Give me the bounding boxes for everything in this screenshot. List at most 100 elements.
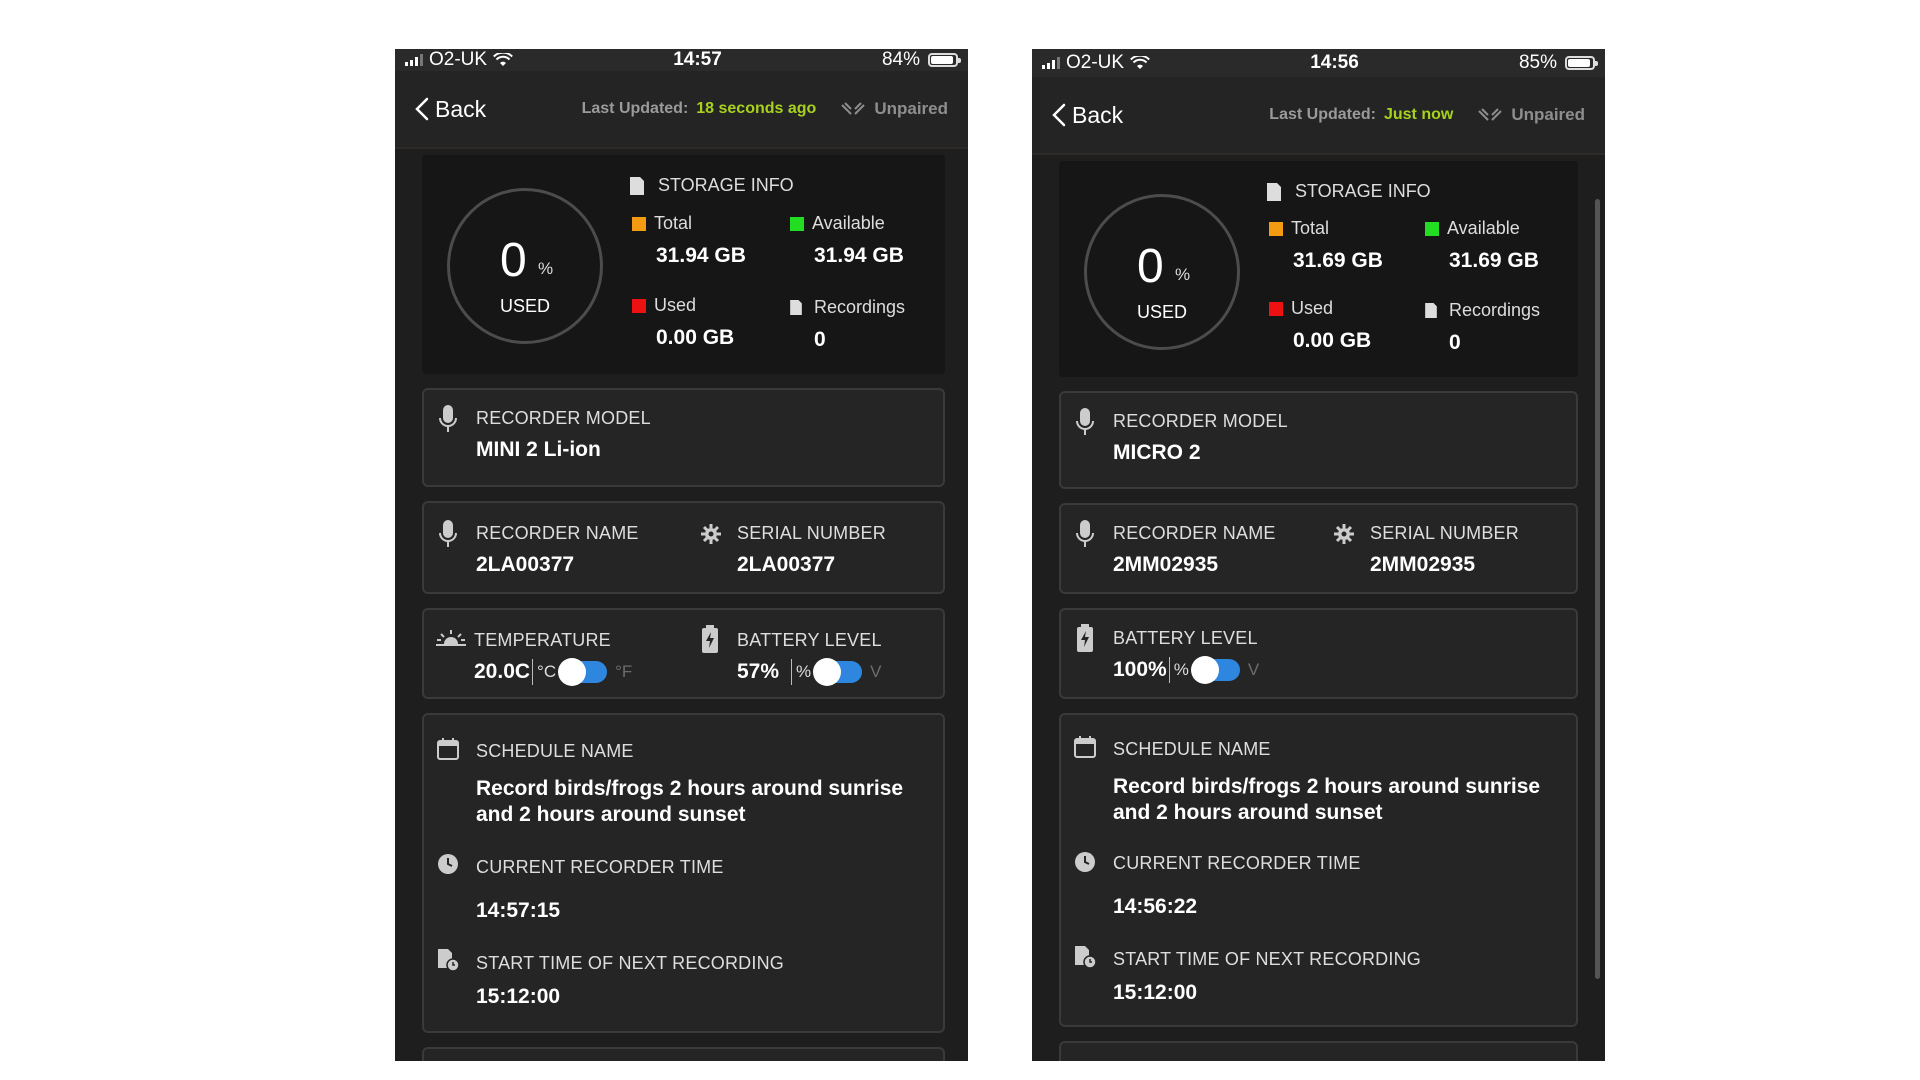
next-recording: START TIME OF NEXT RECORDING 15:12:00 xyxy=(1113,949,1421,1004)
used-value: 0.00 GB xyxy=(1293,329,1372,352)
used-swatch xyxy=(632,298,646,313)
unpaired-icon xyxy=(841,102,866,115)
carrier-name: O2-UK xyxy=(1066,52,1125,73)
recordings-value: 0 xyxy=(1449,331,1461,354)
stat-available: Available 31.69 GB xyxy=(1425,218,1539,273)
unit-percent: % xyxy=(1173,660,1189,679)
battery-percent: 85% xyxy=(1518,52,1557,73)
last-updated-label: Last Updated: xyxy=(581,100,689,117)
serial-number: SERIAL NUMBER 2MM02935 xyxy=(1370,523,1519,576)
back-chevron-icon xyxy=(415,97,429,121)
used-percent: 0 xyxy=(500,234,527,287)
unit-volts: V xyxy=(870,662,882,681)
recordings-icon xyxy=(1425,303,1437,318)
stat-recordings: Recordings 0 xyxy=(1425,300,1540,355)
next-recording: START TIME OF NEXT RECORDING 15:12:00 xyxy=(476,953,784,1008)
last-updated-value: Just now xyxy=(1383,106,1454,123)
battery-level-icon xyxy=(702,625,718,653)
recorder-model-value: MICRO 2 xyxy=(1113,441,1201,464)
recorder-name-card: RECORDER NAME 2LA00377 SERIAL NUMBER 2LA… xyxy=(422,501,945,594)
total-swatch xyxy=(1269,221,1283,236)
used-caption: USED xyxy=(499,296,550,316)
clock-icon xyxy=(438,854,458,874)
stat-total: Total 31.94 GB xyxy=(632,213,746,268)
battery-level-value: 57% xyxy=(737,660,780,684)
used-caption: USED xyxy=(1136,302,1187,322)
serial-number-value: 2MM02935 xyxy=(1370,553,1476,576)
schedule-name-value: Record birds/frogs 2 hours around sunris… xyxy=(1113,775,1541,825)
phone-screen-right: O2-UK 14:56 85% Back Last Updated: Just … xyxy=(1032,49,1605,1061)
file-clock-icon xyxy=(438,949,459,972)
temperature: TEMPERATURE 20.0C °C °F xyxy=(474,630,633,686)
recorder-name: RECORDER NAME 2MM02935 xyxy=(1113,523,1276,576)
last-updated-label: Last Updated: xyxy=(1269,106,1376,123)
recorder-model: RECORDER MODEL MICRO 2 xyxy=(1113,411,1288,464)
next-card-partial xyxy=(422,1047,945,1061)
pair-status-label: Unpaired xyxy=(874,99,948,118)
temperature-value: 20.0C xyxy=(474,660,531,684)
microphone-icon xyxy=(439,520,457,547)
stat-used: Used 0.00 GB xyxy=(632,295,734,350)
recorder-model-value: MINI 2 Li-ion xyxy=(476,438,601,461)
storage-gauge: 0 % USED xyxy=(447,188,603,344)
battery-level: BATTERY LEVEL 100% % V xyxy=(1113,628,1259,684)
battery-level-value: 100% xyxy=(1113,658,1167,682)
phone-screen-left: O2-UK 14:57 84% Back Last Updated: 18 se… xyxy=(395,49,968,1061)
gear-icon xyxy=(701,524,721,544)
microphone-icon xyxy=(439,405,457,432)
current-recorder-time: CURRENT RECORDER TIME 14:56:22 xyxy=(1113,853,1361,918)
signal-icon xyxy=(405,54,423,66)
next-recording-value: 15:12:00 xyxy=(476,985,561,1008)
unit-fahrenheit: °F xyxy=(615,662,633,681)
schedule-name: SCHEDULE NAME Record birds/frogs 2 hours… xyxy=(1113,739,1563,827)
battery-unit-toggle[interactable] xyxy=(1190,656,1240,684)
total-value: 31.69 GB xyxy=(1293,249,1383,272)
total-value: 31.94 GB xyxy=(656,244,746,267)
used-swatch xyxy=(1269,301,1283,316)
stat-recordings: Recordings 0 xyxy=(790,297,905,352)
available-swatch xyxy=(1425,221,1439,236)
back-button[interactable]: Back xyxy=(415,96,486,123)
total-swatch xyxy=(632,216,646,231)
available-value: 31.94 GB xyxy=(814,244,904,267)
stat-used: Used 0.00 GB xyxy=(1269,298,1371,353)
recorder-name-card: RECORDER NAME 2MM02935 SERIAL NUMBER 2MM… xyxy=(1059,503,1578,594)
storage-info-card: 0 % USED STORAGE INFO Total 31.94 GB Ava… xyxy=(422,155,945,374)
microphone-icon xyxy=(1076,408,1094,435)
sun-icon xyxy=(436,630,466,646)
clock-icon xyxy=(1075,852,1095,872)
stat-total: Total 31.69 GB xyxy=(1269,218,1383,273)
schedule-card: SCHEDULE NAME Record birds/frogs 2 hours… xyxy=(422,713,945,1033)
temperature-unit-toggle[interactable] xyxy=(558,658,608,686)
percent-symbol: % xyxy=(1175,265,1191,284)
serial-number: SERIAL NUMBER 2LA00377 xyxy=(737,523,886,576)
recorder-model-card: RECORDER MODEL MICRO 2 xyxy=(1059,391,1578,489)
status-bar: O2-UK 14:57 84% xyxy=(395,49,968,71)
carrier-name: O2-UK xyxy=(429,49,488,70)
wifi-icon xyxy=(493,53,513,66)
sd-card-icon xyxy=(630,176,644,195)
back-label: Back xyxy=(1072,101,1124,128)
sd-card-icon xyxy=(1267,182,1281,201)
unit-celsius: °C xyxy=(537,662,557,681)
recorder-model: RECORDER MODEL MINI 2 Li-ion xyxy=(476,408,651,461)
available-value: 31.69 GB xyxy=(1449,249,1539,272)
battery-card: BATTERY LEVEL 100% % V xyxy=(1059,608,1578,699)
pair-status[interactable]: Unpaired xyxy=(1477,105,1585,125)
pair-status[interactable]: Unpaired xyxy=(840,99,948,119)
storage-title: STORAGE INFO xyxy=(630,175,794,196)
last-updated: Last Updated: Just now xyxy=(1269,106,1453,124)
scrollbar[interactable] xyxy=(1595,199,1600,979)
battery-unit-toggle[interactable] xyxy=(813,658,863,686)
percent-symbol: % xyxy=(538,259,554,278)
schedule-name: SCHEDULE NAME Record birds/frogs 2 hours… xyxy=(476,741,926,829)
back-chevron-icon xyxy=(1052,103,1066,127)
storage-title: STORAGE INFO xyxy=(1267,181,1431,202)
back-button[interactable]: Back xyxy=(1052,102,1123,129)
microphone-icon xyxy=(1076,520,1094,547)
current-recorder-time-value: 14:57:15 xyxy=(476,899,561,922)
recordings-icon xyxy=(790,300,802,315)
current-recorder-time: CURRENT RECORDER TIME 14:57:15 xyxy=(476,857,724,922)
schedule-card: SCHEDULE NAME Record birds/frogs 2 hours… xyxy=(1059,713,1578,1027)
gear-icon xyxy=(1334,524,1354,544)
